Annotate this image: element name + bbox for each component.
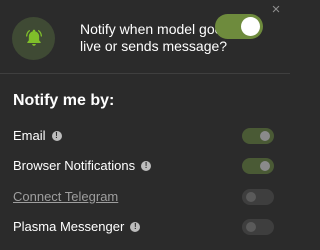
toggle-knob [260, 131, 270, 141]
notify-question: Notify when model goes live or sends mes… [80, 21, 230, 54]
bell-icon [25, 29, 42, 46]
toggle-knob [246, 222, 256, 232]
master-notify-toggle[interactable] [215, 14, 263, 39]
toggle-knob [241, 17, 260, 36]
connect-telegram-link[interactable]: Connect Telegram [13, 189, 118, 205]
option-browser-notifications-row: Browser Notifications ! [13, 156, 277, 176]
option-email-row: Email ! [13, 126, 277, 146]
notify-me-by-heading: Notify me by: [13, 92, 115, 109]
info-icon[interactable]: ! [130, 222, 141, 232]
notification-settings-panel: × Notify when model goes live or sends m… [0, 0, 290, 250]
plasma-messenger-toggle[interactable] [242, 219, 274, 235]
toggle-knob [260, 161, 270, 171]
info-icon[interactable]: ! [51, 131, 62, 141]
option-plasma-messenger-label: Plasma Messenger [13, 219, 125, 234]
bell-badge [12, 16, 55, 60]
info-icon[interactable]: ! [141, 161, 152, 171]
option-telegram-row: Connect Telegram [13, 187, 277, 207]
toggle-knob [246, 192, 256, 202]
telegram-toggle[interactable] [242, 189, 274, 205]
option-email-label: Email [13, 128, 46, 143]
browser-notifications-toggle[interactable] [242, 158, 274, 174]
option-plasma-messenger-row: Plasma Messenger ! [13, 217, 277, 237]
divider [0, 73, 290, 74]
email-toggle[interactable] [242, 128, 274, 144]
option-browser-notifications-label: Browser Notifications [13, 158, 136, 173]
